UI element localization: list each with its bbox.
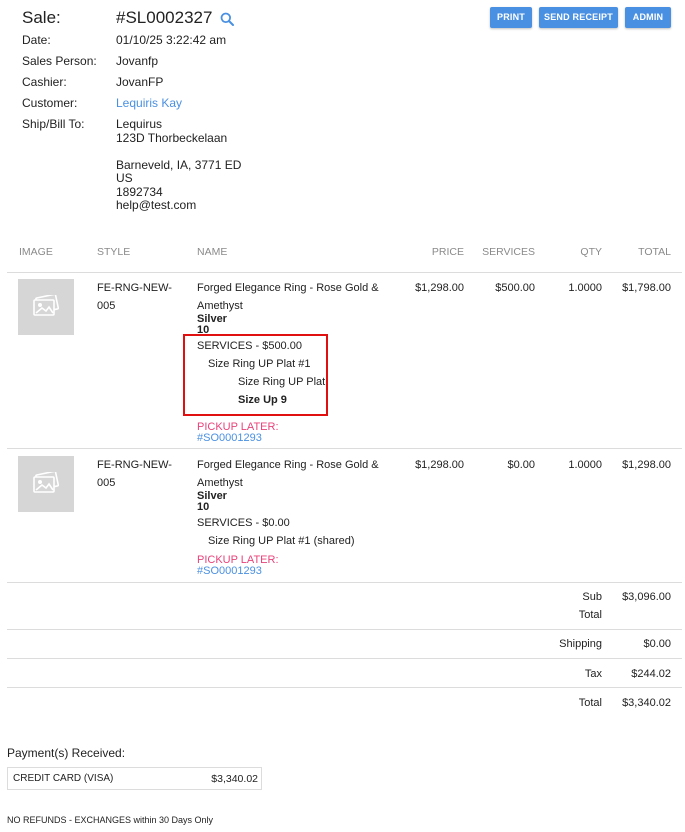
- send-receipt-button[interactable]: SEND RECEIPT: [539, 7, 618, 28]
- product-size: 10: [197, 501, 210, 513]
- product-name-line1: Forged Elegance Ring - Rose Gold &: [197, 282, 379, 294]
- sales-person-value: Jovanfp: [116, 54, 159, 68]
- product-image-placeholder: [18, 279, 74, 335]
- line-total-value: $1,298.00: [622, 459, 671, 471]
- services-value: $500.00: [495, 282, 535, 294]
- tax-label: Tax: [584, 668, 602, 680]
- subtotal-label-line2: Total: [578, 609, 602, 621]
- sales-person-label: Sales Person:: [22, 54, 97, 68]
- shipping-value: $0.00: [643, 638, 671, 650]
- payment-method: CREDIT CARD (VISA): [13, 773, 114, 784]
- address-phone: 1892734: [116, 185, 163, 199]
- grand-total-value: $3,340.02: [622, 697, 671, 709]
- ship-bill-label: Ship/Bill To:: [22, 117, 85, 131]
- style-code-line2: 005: [97, 477, 116, 489]
- sale-label: Sale:: [22, 8, 61, 27]
- column-header-price: PRICE: [431, 246, 464, 258]
- shipping-label: Shipping: [559, 638, 602, 650]
- price-value: $1,298.00: [415, 459, 464, 471]
- sale-number: #SL0002327: [116, 8, 213, 27]
- services-header: SERVICES - $0.00: [197, 517, 290, 529]
- qty-value: 1.0000: [568, 282, 602, 294]
- search-icon[interactable]: [220, 12, 234, 26]
- payment-row: CREDIT CARD (VISA) $3,340.02: [7, 767, 262, 790]
- product-name-line2: Amethyst: [197, 300, 243, 312]
- customer-label: Customer:: [22, 96, 78, 110]
- subtotal-value: $3,096.00: [622, 591, 671, 603]
- services-value: $0.00: [507, 459, 535, 471]
- divider: [7, 272, 682, 273]
- column-header-image: IMAGE: [19, 246, 53, 258]
- service-item: Size Ring UP Plat #1 (shared): [208, 535, 355, 547]
- date-value: 01/10/25 3:22:42 am: [116, 33, 227, 47]
- admin-button[interactable]: ADMIN: [625, 7, 671, 28]
- pickup-order-link[interactable]: #SO0001293: [197, 432, 262, 444]
- ship-bill-name: Lequirus: [116, 117, 163, 131]
- product-name-line1: Forged Elegance Ring - Rose Gold &: [197, 459, 379, 471]
- column-header-style: STYLE: [97, 246, 131, 258]
- product-name-line2: Amethyst: [197, 477, 243, 489]
- qty-value: 1.0000: [568, 459, 602, 471]
- customer-link[interactable]: Lequiris Kay: [116, 96, 182, 110]
- divider: [7, 658, 682, 659]
- print-button[interactable]: PRINT: [490, 7, 532, 28]
- payments-title: Payment(s) Received:: [7, 746, 126, 760]
- address-city: Barneveld, IA, 3771 ED: [116, 158, 242, 172]
- cashier-value: JovanFP: [116, 75, 164, 89]
- tax-value: $244.02: [631, 668, 671, 680]
- column-header-name: NAME: [197, 246, 228, 258]
- grand-total-label: Total: [578, 697, 602, 709]
- column-header-services: SERVICES: [482, 246, 535, 258]
- address-email: help@test.com: [116, 198, 197, 212]
- address-line1: 123D Thorbeckelaan: [116, 131, 228, 145]
- style-code-line1: FE-RNG-NEW-: [97, 282, 172, 294]
- highlight-box: [183, 334, 328, 416]
- divider: [7, 687, 682, 688]
- style-code-line1: FE-RNG-NEW-: [97, 459, 172, 471]
- style-code-line2: 005: [97, 300, 116, 312]
- divider: [7, 582, 682, 583]
- price-value: $1,298.00: [415, 282, 464, 294]
- line-total-value: $1,798.00: [622, 282, 671, 294]
- subtotal-label-line1: Sub: [582, 591, 602, 603]
- column-header-qty: QTY: [580, 246, 602, 258]
- divider: [7, 629, 682, 630]
- cashier-label: Cashier:: [22, 75, 67, 89]
- column-header-total: TOTAL: [638, 246, 671, 258]
- address-country: US: [116, 171, 133, 185]
- pickup-order-link[interactable]: #SO0001293: [197, 565, 262, 577]
- image-icon: [33, 472, 59, 493]
- refund-policy: NO REFUNDS - EXCHANGES within 30 Days On…: [7, 815, 214, 825]
- image-icon: [33, 295, 59, 316]
- product-image-placeholder: [18, 456, 74, 512]
- divider: [7, 448, 682, 449]
- payment-amount: $3,340.02: [211, 773, 258, 785]
- date-label: Date:: [22, 33, 51, 47]
